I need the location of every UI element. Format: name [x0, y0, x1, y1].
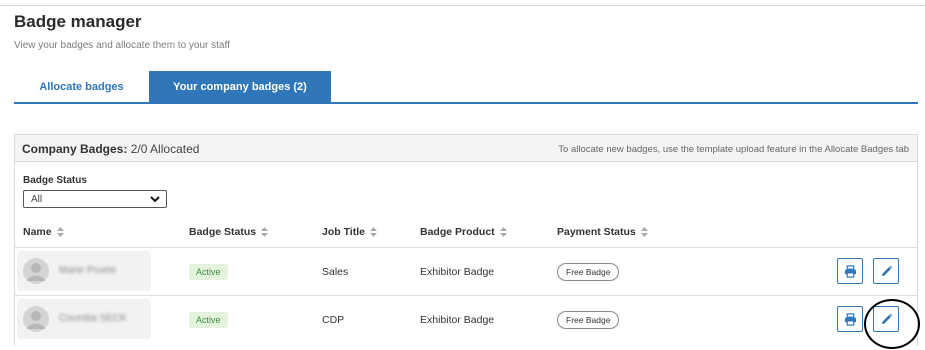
pencil-icon	[881, 313, 892, 324]
user-icon	[27, 311, 45, 329]
tab-bar: Allocate badges Your company badges (2)	[14, 71, 918, 104]
panel-header: Company Badges: 2/0 Allocated To allocat…	[15, 135, 917, 162]
print-icon	[844, 312, 856, 326]
column-header-payment-status[interactable]: Payment Status	[557, 226, 648, 238]
status-badge: Active	[189, 311, 228, 328]
name-cell: Marie Pruete	[17, 251, 151, 291]
sort-icon	[261, 227, 269, 237]
payment-badge: Free Badge	[557, 310, 620, 329]
avatar	[23, 306, 49, 332]
payment-status-cell: Free Badge	[557, 248, 620, 295]
tab-allocate-badges[interactable]: Allocate badges	[14, 71, 149, 102]
company-badges-panel: Company Badges: 2/0 Allocated To allocat…	[14, 134, 918, 346]
job-title-cell: CDP	[322, 313, 345, 326]
allocation-summary: Company Badges: 2/0 Allocated	[22, 142, 199, 156]
column-header-badge-product[interactable]: Badge Product	[420, 226, 507, 238]
print-icon	[844, 264, 856, 278]
page-subtitle: View your badges and allocate them to yo…	[14, 40, 230, 51]
badge-status-selected: All	[31, 193, 43, 205]
column-header-job-title[interactable]: Job Title	[322, 226, 377, 238]
edit-badge-button[interactable]	[873, 258, 899, 284]
user-name: Coumba SECK	[59, 313, 127, 324]
pencil-icon	[881, 265, 892, 276]
print-badge-button[interactable]	[837, 258, 863, 284]
sort-icon	[640, 227, 648, 237]
print-badge-button[interactable]	[837, 306, 863, 332]
badge-status-cell: Active	[189, 296, 228, 343]
avatar	[23, 258, 49, 284]
table-header: Name Badge Status Job Title Badge Produc…	[15, 226, 917, 246]
table-row: Coumba SECK Active CDP Exhibitor Badge F…	[15, 295, 917, 342]
job-title-cell: Sales	[322, 265, 349, 278]
sort-icon	[369, 227, 377, 237]
badge-status-filter-label: Badge Status	[23, 175, 87, 186]
page-title: Badge manager	[14, 12, 142, 31]
edit-badge-button[interactable]	[873, 306, 899, 332]
user-name: Marie Pruete	[59, 265, 117, 276]
badge-product-cell: Exhibitor Badge	[420, 265, 495, 278]
column-header-badge-status[interactable]: Badge Status	[189, 226, 269, 238]
allocation-value: 2/0 Allocated	[130, 142, 200, 156]
table-row: Marie Pruete Active Sales Exhibitor Badg…	[15, 247, 917, 294]
allocation-label: Company Badges:	[22, 142, 128, 156]
column-header-name[interactable]: Name	[23, 226, 64, 238]
sort-icon	[56, 227, 64, 237]
top-divider	[0, 5, 925, 6]
name-cell: Coumba SECK	[17, 299, 151, 339]
tab-your-company-badges[interactable]: Your company badges (2)	[149, 71, 331, 102]
badge-status-select[interactable]: All	[23, 190, 167, 208]
badge-status-cell: Active	[189, 248, 228, 295]
badge-product-cell: Exhibitor Badge	[420, 313, 495, 326]
chevron-down-icon	[150, 196, 160, 203]
sort-icon	[499, 227, 507, 237]
allocation-hint: To allocate new badges, use the template…	[558, 144, 909, 155]
payment-badge: Free Badge	[557, 262, 620, 281]
payment-status-cell: Free Badge	[557, 296, 620, 343]
status-badge: Active	[189, 263, 228, 280]
user-icon	[27, 263, 45, 281]
